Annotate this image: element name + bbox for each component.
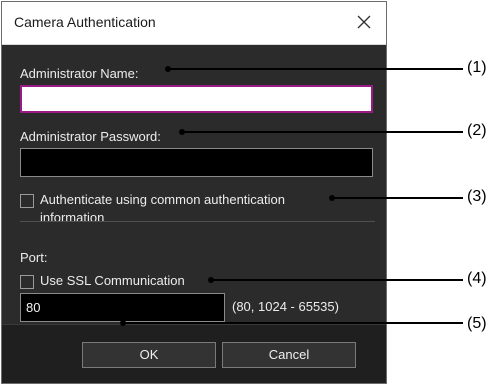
common-auth-label-line2: information <box>40 210 105 225</box>
callout-2-number: (2) <box>467 122 487 139</box>
common-auth-label-line1: Authenticate using common authentication <box>40 192 285 207</box>
close-button[interactable] <box>344 4 384 40</box>
callout-4-line <box>211 279 463 281</box>
dialog-footer: OK Cancel <box>2 324 386 383</box>
dialog-content: Administrator Name: Administrator Passwo… <box>2 45 386 325</box>
admin-password-input[interactable] <box>20 148 373 177</box>
callout-5-number: (5) <box>467 315 487 332</box>
dialog-title: Camera Authentication <box>14 14 156 30</box>
callout-1-number: (1) <box>467 59 487 76</box>
ssl-checkbox[interactable] <box>20 275 34 289</box>
callout-5-line <box>123 322 463 324</box>
camera-authentication-dialog: Camera Authentication Administrator Name… <box>1 1 387 384</box>
port-input[interactable] <box>20 293 225 322</box>
admin-password-label: Administrator Password: <box>20 129 161 144</box>
screenshot-stage: Camera Authentication Administrator Name… <box>0 0 497 385</box>
close-x-icon <box>357 15 371 29</box>
admin-name-label: Administrator Name: <box>20 66 139 81</box>
callout-3-number: (3) <box>467 188 487 205</box>
callout-1-line <box>168 68 463 70</box>
callout-2-line <box>182 131 463 133</box>
ssl-label: Use SSL Communication <box>40 273 185 288</box>
port-range-hint: (80, 1024 - 65535) <box>232 299 339 314</box>
cancel-button[interactable]: Cancel <box>222 342 356 368</box>
ok-button[interactable]: OK <box>82 342 216 368</box>
callout-3-line <box>332 197 463 199</box>
port-label: Port: <box>20 250 48 265</box>
dialog-titlebar: Camera Authentication <box>2 2 386 45</box>
callout-4-number: (4) <box>467 270 487 287</box>
section-divider <box>20 221 375 222</box>
common-auth-checkbox[interactable] <box>20 194 34 208</box>
admin-name-input[interactable] <box>20 85 373 113</box>
